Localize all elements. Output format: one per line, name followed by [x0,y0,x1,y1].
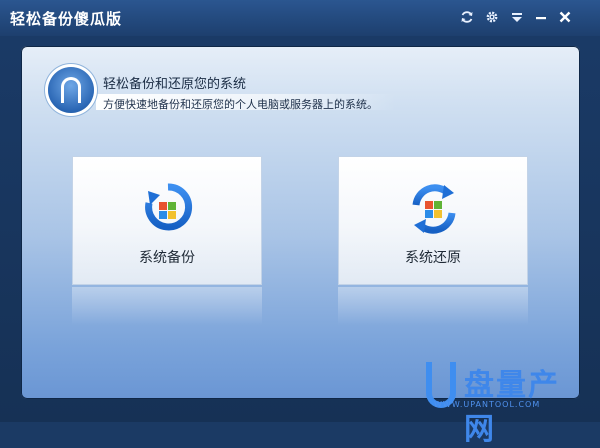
app-window: 轻松备份傻瓜版 轻松备份和还原您的系统 方便快速地备份和还原您的个人电脑或服务器… [0,0,600,447]
restore-button-reflection [338,287,528,325]
watermark-url: WWW.UPANTOOL.COM [434,400,541,409]
header-description: 方便快速地备份和还原您的个人电脑或服务器上的系统。 [103,98,378,111]
gear-icon[interactable] [483,8,501,26]
minimize-icon[interactable] [532,8,550,26]
door-arch-icon [48,67,94,113]
restore-arrows-windows-icon [406,181,462,237]
system-restore-label: 系统还原 [405,250,461,266]
title-bar[interactable]: 轻松备份傻瓜版 [0,0,600,36]
system-restore-button[interactable]: 系统还原 [338,156,528,285]
backup-button-reflection [72,287,262,325]
system-backup-label: 系统备份 [139,250,195,266]
header-title: 轻松备份和还原您的系统 [103,77,247,92]
watermark-logo: 盘量产网 WWW.UPANTOOL.COM [418,362,588,447]
refresh-icon[interactable] [458,8,476,26]
menu-dropdown-icon[interactable] [508,8,526,26]
close-icon[interactable] [556,8,574,26]
window-title: 轻松备份傻瓜版 [10,10,123,28]
backup-arrow-windows-icon [140,181,196,237]
system-backup-button[interactable]: 系统备份 [72,156,262,285]
